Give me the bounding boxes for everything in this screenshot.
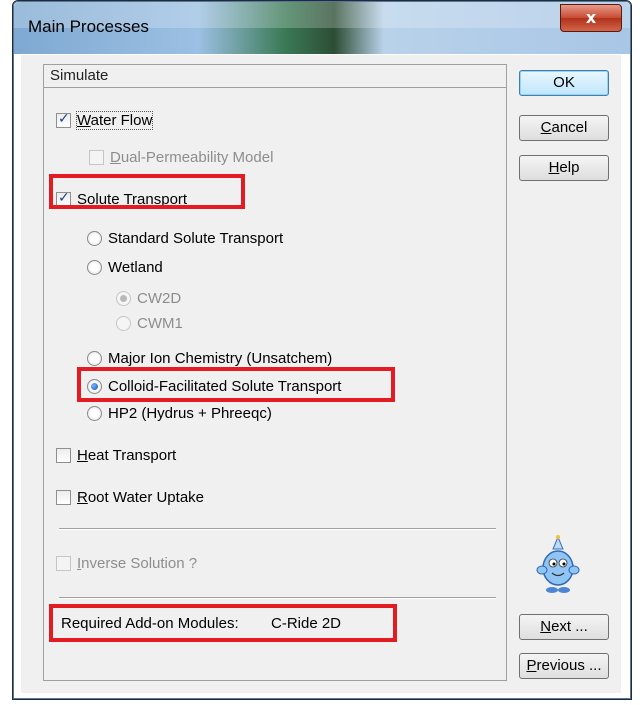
inverse-solution-checkbox[interactable]: Inverse Solution ? bbox=[56, 555, 197, 572]
radio-icon bbox=[87, 231, 102, 246]
title-bar: Main Processes x bbox=[14, 2, 630, 54]
radio-cw2d-label: CW2D bbox=[137, 290, 182, 307]
root-water-uptake-label: Root Water Uptake bbox=[77, 489, 205, 506]
simulate-group-title: Simulate bbox=[44, 65, 506, 88]
inverse-solution-label: Inverse Solution ? bbox=[77, 555, 198, 572]
radio-standard-label: Standard Solute Transport bbox=[108, 230, 284, 247]
checkbox-unchecked-icon bbox=[56, 490, 71, 505]
highlight-solute-transport bbox=[49, 174, 245, 209]
water-flow-checkbox[interactable]: Water Flow bbox=[56, 111, 154, 130]
radio-hp2-label: HP2 (Hydrus + Phreeqc) bbox=[108, 405, 272, 422]
previous-button[interactable]: Previous ... bbox=[519, 653, 609, 679]
dual-permeability-label: Dual-Permeability Model bbox=[110, 149, 274, 166]
highlight-colloid-option bbox=[77, 367, 395, 402]
radio-selected-icon bbox=[116, 291, 131, 306]
checkbox-unchecked-icon bbox=[56, 556, 71, 571]
ok-button[interactable]: OK bbox=[519, 70, 609, 96]
radio-cw2d[interactable]: CW2D bbox=[116, 290, 181, 307]
separator bbox=[59, 597, 496, 599]
radio-cwm1-label: CWM1 bbox=[137, 315, 183, 332]
dialog-client: Simulate Water Flow Dual-Permeability Mo… bbox=[21, 55, 621, 693]
water-drop-mascot-icon bbox=[536, 535, 580, 593]
radio-icon bbox=[87, 406, 102, 421]
water-flow-label: Water Flow bbox=[75, 111, 154, 130]
help-button[interactable]: Help bbox=[519, 155, 609, 181]
heat-transport-checkbox[interactable]: Heat Transport bbox=[56, 447, 176, 464]
radio-hp2[interactable]: HP2 (Hydrus + Phreeqc) bbox=[87, 405, 272, 422]
radio-icon bbox=[116, 316, 131, 331]
radio-cwm1[interactable]: CWM1 bbox=[116, 315, 183, 332]
heat-transport-label: Heat Transport bbox=[77, 447, 177, 464]
next-button[interactable]: Next ... bbox=[519, 614, 609, 640]
dialog-window: Main Processes x Simulate Water Flow Dua… bbox=[12, 0, 632, 700]
checkbox-unchecked-icon bbox=[89, 150, 104, 165]
radio-major-ion-label: Major Ion Chemistry (Unsatchem) bbox=[108, 350, 333, 367]
close-button[interactable]: x bbox=[560, 4, 622, 32]
checkbox-checked-icon bbox=[56, 111, 71, 128]
cancel-button[interactable]: Cancel bbox=[519, 115, 609, 141]
highlight-required-addon bbox=[49, 604, 397, 642]
radio-icon bbox=[87, 351, 102, 366]
radio-wetland-label: Wetland bbox=[108, 259, 163, 276]
dual-permeability-checkbox[interactable]: Dual-Permeability Model bbox=[89, 149, 273, 166]
radio-standard-solute[interactable]: Standard Solute Transport bbox=[87, 230, 283, 247]
checkbox-unchecked-icon bbox=[56, 448, 71, 463]
separator bbox=[59, 528, 496, 530]
radio-wetland[interactable]: Wetland bbox=[87, 259, 163, 276]
radio-icon bbox=[87, 260, 102, 275]
radio-major-ion[interactable]: Major Ion Chemistry (Unsatchem) bbox=[87, 350, 332, 367]
window-title: Main Processes bbox=[28, 17, 149, 36]
root-water-uptake-checkbox[interactable]: Root Water Uptake bbox=[56, 489, 204, 506]
